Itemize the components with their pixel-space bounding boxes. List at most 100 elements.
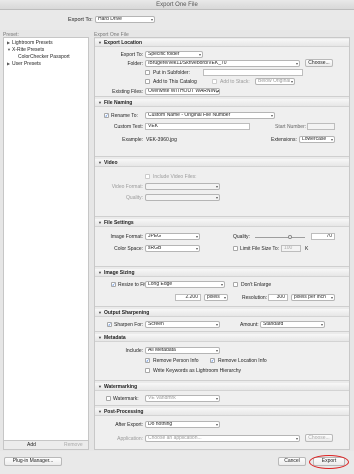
section-header[interactable]: ▼ Watermarking: [95, 383, 349, 391]
preset-label: X-Rite Presets: [12, 47, 45, 53]
preset-label: ColorChecker Passport: [18, 54, 70, 60]
subfolder-checkbox[interactable]: [145, 70, 150, 75]
size-input[interactable]: 2.200: [175, 294, 201, 301]
folder-path-select[interactable]: /Brugere/vek11/Skrivebord/VEK_70 ▾: [145, 60, 300, 67]
application-select[interactable]: Choose an application... ▾: [145, 435, 300, 442]
preset-user[interactable]: ▶ User Presets: [7, 61, 41, 67]
sharpen-for-select[interactable]: Screen ▾: [145, 321, 220, 328]
video-quality-select[interactable]: ▾: [145, 194, 220, 201]
rename-template-select[interactable]: Custom Name - Original File Number ▾: [145, 112, 275, 119]
example-value: VEK-3960.jpg: [146, 137, 177, 143]
chevron-down-icon: ▾: [220, 282, 223, 287]
section-metadata: ▼ Metadata Include: All Metadata ▾ ✓ Remov…: [95, 334, 349, 381]
section-header[interactable]: ▼ Metadata: [95, 334, 349, 342]
quality-input[interactable]: 70: [311, 233, 335, 240]
resolution-input[interactable]: 300: [268, 294, 288, 301]
section-image-sizing: ▼ Image Sizing ✓ Resize to Fit: Long Edge…: [95, 269, 349, 307]
preset-colorchecker[interactable]: ColorChecker Passport: [18, 54, 70, 60]
section-video: ▼ Video Include Video Files: Video Format…: [95, 159, 349, 217]
resolution-unit-select[interactable]: pixels per inch ▾: [291, 294, 335, 301]
disclosure-down-icon: ▼: [98, 270, 102, 275]
preset-label: User Presets: [12, 61, 41, 67]
select-value: All Metadata: [148, 347, 176, 353]
size-unit-select[interactable]: pixels ▾: [204, 294, 228, 301]
section-header[interactable]: ▼ Output Sharpening: [95, 309, 349, 317]
limit-size-checkbox[interactable]: [233, 246, 238, 251]
section-header[interactable]: ▼ Image Sizing: [95, 269, 349, 277]
after-export-select[interactable]: Do nothing ▾: [145, 421, 220, 428]
export-to-label: Export To:: [68, 17, 93, 23]
export-to-select[interactable]: Hard Drive ▾: [95, 16, 155, 23]
color-space-select[interactable]: sRGB ▾: [145, 245, 200, 252]
add-catalog-checkbox[interactable]: [145, 79, 150, 84]
quality-slider-knob[interactable]: [288, 235, 292, 239]
remove-preset-button[interactable]: Remove: [64, 442, 83, 448]
preset-lightroom[interactable]: ▶ Lightroom Presets: [7, 40, 53, 46]
existing-files-label: Existing Files:: [112, 89, 143, 95]
folder-label: Folder:: [127, 61, 143, 67]
chevron-down-icon: ▾: [215, 422, 218, 427]
watermark-checkbox[interactable]: [106, 396, 111, 401]
cancel-button[interactable]: Cancel: [278, 457, 306, 466]
preset-buttons: Add Remove: [3, 441, 89, 450]
section-header[interactable]: ▼ Export Location: [95, 39, 349, 47]
video-quality-label: Quality:: [126, 195, 143, 201]
section-header[interactable]: ▼ File Settings: [95, 219, 349, 227]
extensions-select[interactable]: Lowercase ▾: [299, 136, 335, 143]
sharpen-checkbox[interactable]: ✓: [107, 322, 112, 327]
image-format-select[interactable]: JPEG ▾: [145, 233, 200, 240]
disclosure-down-icon: ▼: [98, 160, 102, 165]
add-catalog-label: Add to This Catalog: [153, 79, 197, 85]
dont-enlarge-checkbox[interactable]: [233, 282, 238, 287]
chevron-down-icon: ▾: [295, 436, 298, 441]
select-value: Screen: [148, 321, 164, 327]
section-file-naming: ▼ File Naming ✓ Rename To: Custom Name - …: [95, 99, 349, 157]
chevron-down-icon: ▾: [295, 61, 298, 66]
watermark-select[interactable]: VE Vandmrk ▾: [145, 395, 220, 402]
chevron-down-icon: ▾: [195, 246, 198, 251]
sharpen-label: Sharpen For:: [114, 322, 144, 328]
add-preset-button[interactable]: Add: [27, 442, 36, 448]
chevron-down-icon: ▾: [215, 184, 218, 189]
select-value: Overwrite WITHOUT WARNING: [148, 88, 220, 94]
section-post-processing: ▼ Post-Processing After Export: Do nothin…: [95, 408, 349, 449]
export-to-folder-select[interactable]: Specific folder ▾: [145, 51, 203, 58]
metadata-include-select[interactable]: All Metadata ▾: [145, 347, 220, 354]
stack-position-select[interactable]: Below Original ▾: [255, 78, 295, 85]
section-header[interactable]: ▼ Post-Processing: [95, 408, 349, 416]
resize-mode-select[interactable]: Long Edge ▾: [145, 281, 225, 288]
amount-select[interactable]: Standard ▾: [260, 321, 325, 328]
highlight-ring: [309, 455, 349, 469]
add-stack-checkbox[interactable]: [212, 79, 217, 84]
start-number-input[interactable]: [307, 123, 335, 130]
existing-files-select[interactable]: Overwrite WITHOUT WARNING ▾: [145, 88, 220, 95]
section-header[interactable]: ▼ Video: [95, 159, 349, 167]
resize-checkbox[interactable]: ✓: [111, 282, 116, 287]
custom-text-input[interactable]: VEK: [145, 123, 250, 130]
preset-label: Lightroom Presets: [12, 40, 53, 46]
chevron-down-icon: ▾: [215, 195, 218, 200]
preset-xrite[interactable]: ▼X-Rite Presets: [7, 47, 44, 53]
include-video-label: Include Video Files:: [153, 174, 197, 180]
amount-label: Amount:: [240, 322, 259, 328]
choose-application-button[interactable]: Choose...: [305, 434, 333, 442]
disclosure-down-icon: ▼: [98, 100, 102, 105]
remove-location-checkbox[interactable]: ✓: [210, 358, 215, 363]
subfolder-input[interactable]: [203, 69, 303, 76]
quality-slider[interactable]: [255, 237, 305, 238]
section-title: Metadata: [103, 335, 126, 341]
remove-person-checkbox[interactable]: ✓: [145, 358, 150, 363]
rename-checkbox[interactable]: ✓: [104, 113, 109, 118]
chevron-down-icon: ▾: [223, 295, 226, 300]
choose-folder-button[interactable]: Choose...: [305, 59, 333, 67]
select-value: pixels per inch: [294, 294, 326, 300]
chevron-down-icon: ▾: [150, 17, 153, 22]
custom-text-label: Custom Text:: [113, 124, 143, 130]
limit-size-input[interactable]: 100: [281, 245, 301, 252]
select-value: Long Edge: [148, 281, 173, 287]
video-format-select[interactable]: ▾: [145, 183, 220, 190]
section-header[interactable]: ▼ File Naming: [95, 99, 349, 107]
write-keywords-checkbox[interactable]: [145, 368, 150, 373]
plugin-manager-button[interactable]: Plug-in Manager...: [4, 457, 62, 466]
include-video-checkbox[interactable]: [145, 174, 150, 179]
